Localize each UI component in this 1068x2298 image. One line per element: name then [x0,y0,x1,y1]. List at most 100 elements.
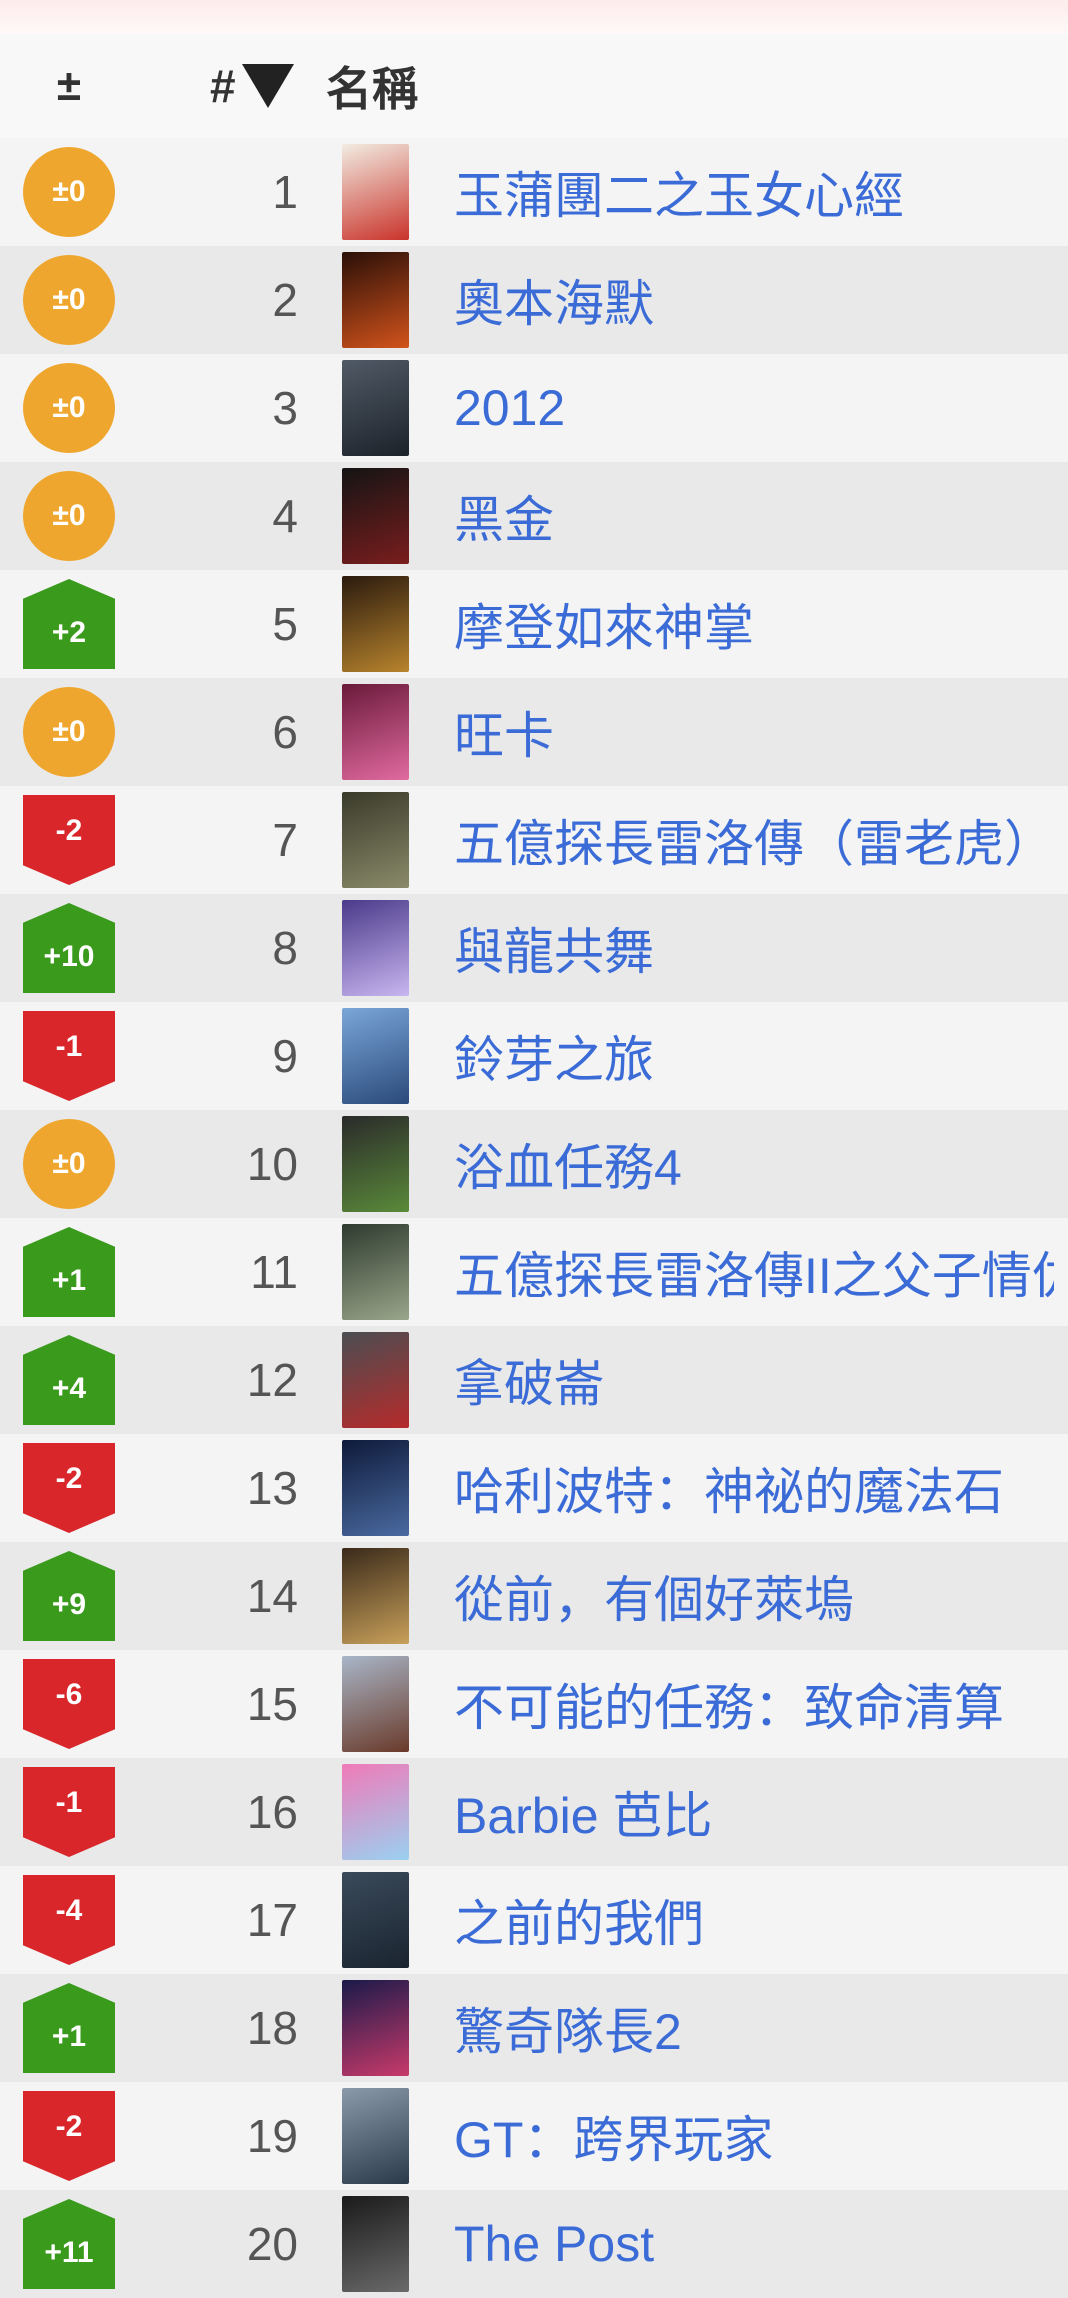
table-row[interactable]: -6 15 不可能的任務：致命清算 [0,1650,1068,1758]
movie-poster-thumbnail[interactable] [342,144,409,240]
rank-up-badge: +4 [23,1335,115,1425]
movie-title-link[interactable]: 五億探長雷洛傳II之父子情仇 [454,1218,1054,1326]
movie-title-link[interactable]: 從前，有個好萊塢 [454,1542,1054,1650]
movie-title-link[interactable]: 哈利波特：神祕的魔法石 [454,1434,1054,1542]
table-row[interactable]: ±0 4 黑金 [0,462,1068,570]
rank-unchanged-badge: ±0 [23,147,115,237]
table-row[interactable]: +9 14 從前，有個好萊塢 [0,1542,1068,1650]
movie-poster-thumbnail[interactable] [342,792,409,888]
rank-down-badge: -1 [23,1767,115,1857]
table-row[interactable]: -2 7 五億探長雷洛傳（雷老虎） [0,786,1068,894]
table-header: ± # 名稱 [0,34,1068,138]
movie-poster-thumbnail[interactable] [342,684,409,780]
rank-number: 18 [246,2002,298,2054]
rank-up-badge: +11 [23,2199,115,2289]
movie-title-link[interactable]: 玉蒲團二之玉女心經 [454,138,1054,246]
rank-down-badge: -4 [23,1875,115,1965]
rank-column-header[interactable]: # [210,34,294,138]
table-row[interactable]: +1 18 驚奇隊長2 [0,1974,1068,2082]
movie-poster-thumbnail[interactable] [342,360,409,456]
table-row[interactable]: +4 12 拿破崙 [0,1326,1068,1434]
rank-number: 9 [272,1030,298,1082]
rank-number: 16 [246,1786,298,1838]
change-column-header[interactable]: ± [0,34,138,138]
movie-poster-thumbnail[interactable] [342,1332,409,1428]
rank-number: 13 [246,1462,298,1514]
table-row[interactable]: ±0 2 奧本海默 [0,246,1068,354]
movie-poster-thumbnail[interactable] [342,2196,409,2292]
movie-poster-thumbnail[interactable] [342,2088,409,2184]
rank-up-badge: +2 [23,579,115,669]
ranking-list: ±0 1 玉蒲團二之玉女心經 ±0 2 奧本海默 ±0 3 2012 ±0 4 黑金 +2 5 摩登如來神掌… [0,138,1068,2298]
movie-title-link[interactable]: 之前的我們 [454,1866,1054,1974]
table-row[interactable]: ±0 6 旺卡 [0,678,1068,786]
movie-title-link[interactable]: 拿破崙 [454,1326,1054,1434]
movie-poster-thumbnail[interactable] [342,1116,409,1212]
movie-poster-thumbnail[interactable] [342,1764,409,1860]
rank-unchanged-badge: ±0 [23,687,115,777]
rank-down-badge: -2 [23,1443,115,1533]
movie-poster-thumbnail[interactable] [342,1008,409,1104]
movie-poster-thumbnail[interactable] [342,1980,409,2076]
table-row[interactable]: +2 5 摩登如來神掌 [0,570,1068,678]
rank-number: 3 [272,382,298,434]
movie-title-link[interactable]: 2012 [454,354,1054,462]
movie-title-link[interactable]: 驚奇隊長2 [454,1974,1054,2082]
movie-poster-thumbnail[interactable] [342,576,409,672]
rank-unchanged-badge: ±0 [23,1119,115,1209]
rank-up-badge: +10 [23,903,115,993]
rank-down-badge: -2 [23,2091,115,2181]
movie-poster-thumbnail[interactable] [342,252,409,348]
movie-title-link[interactable]: 與龍共舞 [454,894,1054,1002]
rank-number: 2 [272,274,298,326]
rank-number: 6 [272,706,298,758]
movie-poster-thumbnail[interactable] [342,1224,409,1320]
movie-title-link[interactable]: 不可能的任務：致命清算 [454,1650,1054,1758]
movie-title-link[interactable]: GT：跨界玩家 [454,2082,1054,2190]
movie-title-link[interactable]: 浴血任務4 [454,1110,1054,1218]
rank-number: 4 [272,490,298,542]
table-row[interactable]: -1 9 鈴芽之旅 [0,1002,1068,1110]
table-row[interactable]: -1 16 Barbie 芭比 [0,1758,1068,1866]
movie-title-link[interactable]: 鈴芽之旅 [454,1002,1054,1110]
movie-title-link[interactable]: 奧本海默 [454,246,1054,354]
rank-down-badge: -1 [23,1011,115,1101]
movie-poster-thumbnail[interactable] [342,1440,409,1536]
rank-down-badge: -2 [23,795,115,885]
movie-title-link[interactable]: 旺卡 [454,678,1054,786]
rank-number: 10 [246,1138,298,1190]
movie-title-link[interactable]: Barbie 芭比 [454,1758,1054,1866]
movie-title-link[interactable]: 摩登如來神掌 [454,570,1054,678]
rank-number: 12 [246,1354,298,1406]
movie-poster-thumbnail[interactable] [342,1872,409,1968]
rank-down-badge: -6 [23,1659,115,1749]
rank-number: 14 [246,1570,298,1622]
name-column-header[interactable]: 名稱 [326,34,418,138]
rank-number: 5 [272,598,298,650]
table-row[interactable]: ±0 1 玉蒲團二之玉女心經 [0,138,1068,246]
table-row[interactable]: ±0 3 2012 [0,354,1068,462]
rank-unchanged-badge: ±0 [23,363,115,453]
rank-number: 8 [272,922,298,974]
rank-number: 7 [272,814,298,866]
rank-number: 17 [246,1894,298,1946]
top-strip [0,0,1068,34]
table-row[interactable]: ±0 10 浴血任務4 [0,1110,1068,1218]
rank-up-badge: +9 [23,1551,115,1641]
rank-unchanged-badge: ±0 [23,255,115,345]
movie-poster-thumbnail[interactable] [342,1656,409,1752]
movie-poster-thumbnail[interactable] [342,900,409,996]
rank-up-badge: +1 [23,1227,115,1317]
table-row[interactable]: +1 11 五億探長雷洛傳II之父子情仇 [0,1218,1068,1326]
table-row[interactable]: -4 17 之前的我們 [0,1866,1068,1974]
rank-unchanged-badge: ±0 [23,471,115,561]
rank-number: 15 [246,1678,298,1730]
movie-poster-thumbnail[interactable] [342,1548,409,1644]
table-row[interactable]: +10 8 與龍共舞 [0,894,1068,1002]
table-row[interactable]: -2 19 GT：跨界玩家 [0,2082,1068,2190]
movie-title-link[interactable]: 五億探長雷洛傳（雷老虎） [454,786,1054,894]
table-row[interactable]: -2 13 哈利波特：神祕的魔法石 [0,1434,1068,1542]
movie-title-link[interactable]: 黑金 [454,462,1054,570]
movie-poster-thumbnail[interactable] [342,468,409,564]
rank-number: 1 [272,166,298,218]
